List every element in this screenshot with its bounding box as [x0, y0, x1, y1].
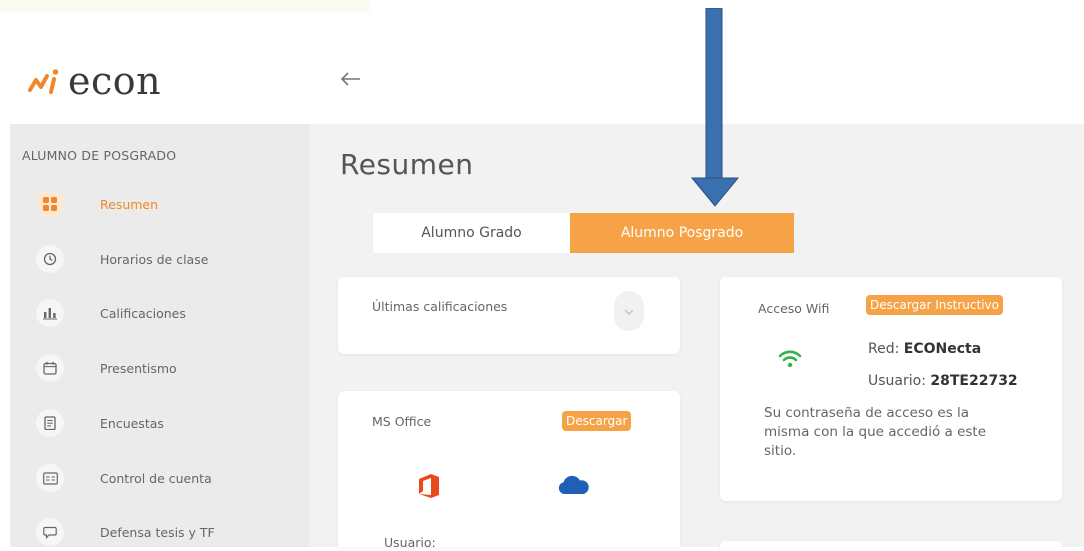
arrow-left-icon[interactable]: [340, 70, 362, 92]
chevron-down-icon: [624, 304, 634, 318]
wifi-password-note: Su contraseña de acceso es la misma con …: [764, 405, 987, 459]
wifi-network-label: Red:: [868, 341, 900, 357]
chat-bubble-icon: [36, 518, 64, 546]
brand-name: econ: [68, 59, 162, 103]
next-card: [720, 541, 1062, 551]
id-card-icon: [36, 464, 64, 492]
sidebar-title: ALUMNO DE POSGRADO: [22, 148, 177, 163]
bar-chart-icon: [36, 299, 64, 327]
office-download-button[interactable]: Descargar: [562, 411, 632, 431]
wifi-access-card: Acceso Wifi Descargar Instructivo Red: E…: [720, 277, 1062, 501]
wifi-user-value: 28TE22732: [930, 373, 1018, 389]
office-icon[interactable]: [418, 473, 440, 503]
grid-icon: [36, 190, 64, 218]
wifi-user: Usuario: 28TE22732: [868, 373, 1018, 389]
sidebar-item-label: Horarios de clase: [100, 251, 209, 267]
tab-alumno-posgrado[interactable]: Alumno Posgrado: [570, 213, 794, 253]
top-strip: [0, 0, 370, 12]
page-title: Resumen: [340, 148, 474, 181]
clipboard-icon: [36, 409, 64, 437]
sidebar-item-label: Resumen: [100, 196, 159, 212]
sidebar-item-resumen[interactable]: Resumen: [36, 186, 158, 222]
wifi-instructions-download-button[interactable]: Descargar Instructivo: [866, 295, 1003, 315]
sidebar-item-label: Encuestas: [100, 415, 164, 431]
sidebar-item-presentismo[interactable]: Presentismo: [36, 350, 177, 386]
sidebar-item-label: Control de cuenta: [100, 470, 212, 486]
sidebar-item-horarios[interactable]: Horarios de clase: [36, 241, 208, 277]
clock-icon: [36, 245, 64, 273]
app-header: [0, 12, 1084, 124]
latest-grades-title: Últimas calificaciones: [372, 299, 508, 314]
ms-office-card: MS Office Descargar Usuario:: [338, 391, 680, 550]
office-user-label: Usuario:: [384, 535, 436, 550]
sidebar-item-label: Calificaciones: [100, 305, 186, 321]
sidebar-item-control-cuenta[interactable]: Control de cuenta: [36, 460, 212, 496]
latest-grades-card: Últimas calificaciones: [338, 277, 680, 354]
annotation-arrow-down-icon: [690, 8, 740, 207]
wifi-user-label: Usuario:: [868, 373, 926, 389]
tab-alumno-grado[interactable]: Alumno Grado: [373, 213, 570, 253]
sidebar-item-encuestas[interactable]: Encuestas: [36, 405, 164, 441]
ms-office-title: MS Office: [372, 414, 432, 429]
sidebar-item-defensa-tesis[interactable]: Defensa tesis y TF: [36, 514, 215, 550]
onedrive-icon[interactable]: [556, 475, 590, 499]
econ-logo-icon: [28, 69, 59, 94]
calendar-icon: [36, 354, 64, 382]
sidebar-item-calificaciones[interactable]: Calificaciones: [36, 295, 186, 331]
sidebar-item-label: Defensa tesis y TF: [100, 524, 215, 540]
wifi-icon: [778, 349, 802, 373]
wifi-network: Red: ECONecta: [868, 341, 981, 357]
student-type-tabs: Alumno Grado Alumno Posgrado: [373, 213, 794, 253]
sidebar-item-label: Presentismo: [100, 360, 177, 376]
wifi-access-title: Acceso Wifi: [758, 301, 830, 316]
brand-logo[interactable]: econ: [28, 62, 161, 100]
wifi-network-value: ECONecta: [903, 341, 982, 357]
expand-grades-button[interactable]: [614, 291, 644, 331]
